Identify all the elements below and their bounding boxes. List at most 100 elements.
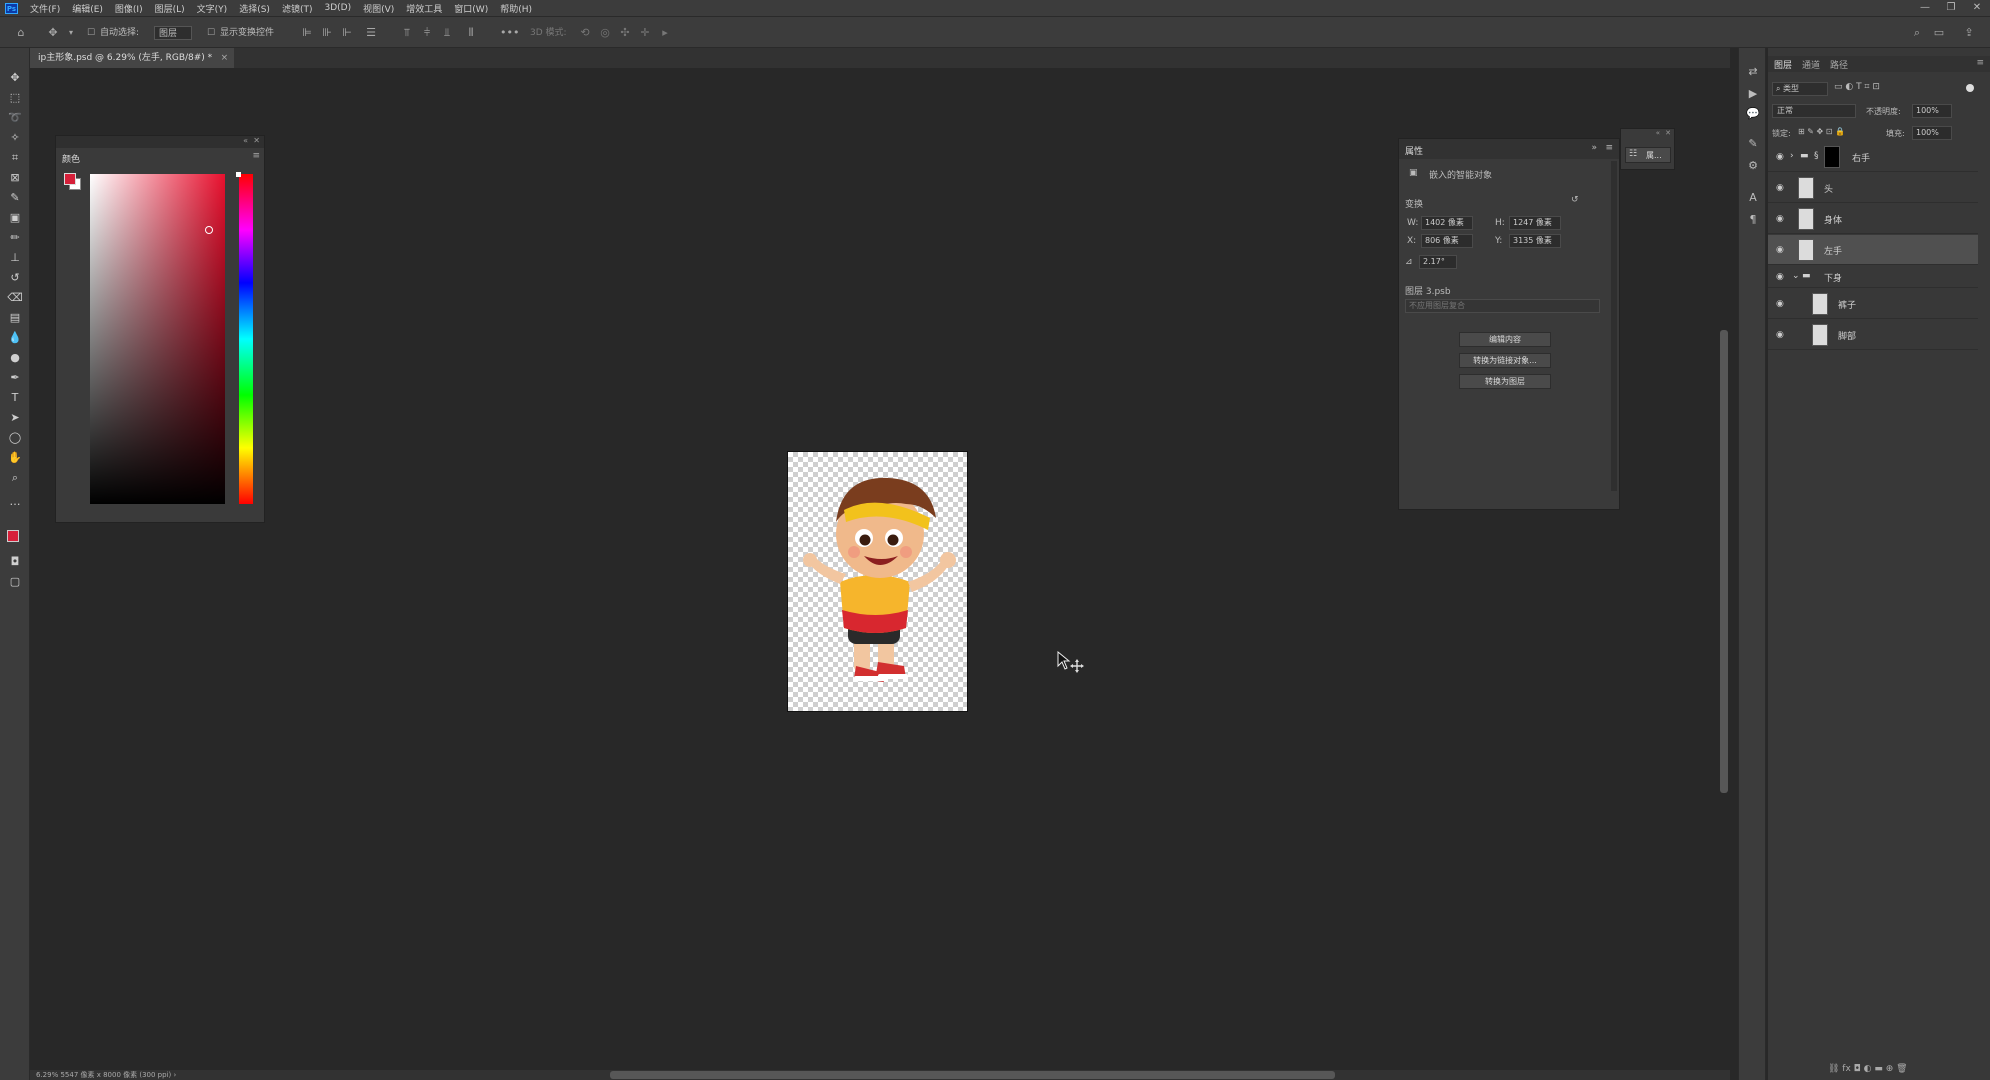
move-tool-icon[interactable]: ✥: [6, 70, 24, 86]
visibility-eye-icon[interactable]: ◉: [1776, 271, 1788, 283]
hand-tool-icon[interactable]: ✋: [6, 450, 24, 466]
menu-3d[interactable]: 3D(D): [318, 3, 357, 13]
menu-window[interactable]: 窗口(W): [448, 2, 494, 15]
tab-paths[interactable]: 路径: [1830, 58, 1848, 71]
angle-field[interactable]: 2.17°: [1419, 255, 1457, 269]
opacity-field[interactable]: 100%: [1912, 104, 1952, 118]
auto-select-checkbox[interactable]: ☐: [84, 26, 98, 40]
properties-tab[interactable]: 属性: [1405, 144, 1423, 157]
show-transform-checkbox[interactable]: ☐: [204, 26, 218, 40]
3d-pan-icon[interactable]: ✣: [618, 26, 632, 40]
layer-filter-dropdown[interactable]: ⌕ 类型: [1772, 82, 1828, 96]
align-top-icon[interactable]: ⫪: [400, 26, 414, 40]
visibility-eye-icon[interactable]: ◉: [1776, 182, 1788, 194]
properties-scrollbar[interactable]: [1611, 161, 1617, 491]
share-icon[interactable]: ⇪: [1962, 26, 1976, 40]
tab-layers[interactable]: 图层: [1774, 58, 1792, 71]
blur-tool-icon[interactable]: 💧: [6, 330, 24, 346]
document-tab[interactable]: ip主形象.psd @ 6.29% (左手, RGB/8#) * ×: [30, 48, 235, 68]
layer-row[interactable]: ◉ 身体: [1768, 204, 1978, 234]
close-tab-icon[interactable]: ×: [221, 48, 229, 68]
layer-row[interactable]: ◉ 裤子: [1768, 289, 1978, 319]
menu-plugins[interactable]: 增效工具: [400, 2, 448, 15]
layer-row[interactable]: ◉ ⌄ ▬ 下身: [1768, 266, 1978, 288]
color-panel-titlebar[interactable]: « ✕: [56, 136, 264, 148]
ellipse-tool-icon[interactable]: ◯: [6, 430, 24, 446]
layers-menu-icon[interactable]: ≡: [1976, 58, 1984, 68]
menu-edit[interactable]: 编辑(E): [66, 2, 109, 15]
search-icon[interactable]: ⌕: [1910, 26, 1924, 40]
visibility-eye-icon[interactable]: ◉: [1776, 329, 1788, 341]
healing-brush-icon[interactable]: ▣: [6, 210, 24, 226]
y-field[interactable]: 3135 像素: [1509, 234, 1561, 248]
menu-view[interactable]: 视图(V): [357, 2, 400, 15]
character-icon[interactable]: A: [1745, 190, 1761, 206]
layer-row-selected[interactable]: ◉ 左手: [1768, 235, 1978, 265]
hue-slider-handle[interactable]: [236, 172, 241, 177]
fill-field[interactable]: 100%: [1912, 126, 1952, 140]
screen-mode-icon[interactable]: ▢: [6, 574, 24, 590]
zoom-tool-icon[interactable]: ⌕: [6, 470, 24, 486]
gradient-tool-icon[interactable]: ▤: [6, 310, 24, 326]
stamp-tool-icon[interactable]: ⊥: [6, 250, 24, 266]
menu-filter[interactable]: 滤镜(T): [276, 2, 319, 15]
height-field[interactable]: 1247 像素: [1509, 216, 1561, 230]
quick-mask-icon[interactable]: ◘: [6, 554, 24, 570]
adjustments-icon[interactable]: ⚙: [1745, 158, 1761, 174]
collapse-dock-icon[interactable]: «: [1656, 129, 1660, 137]
brush-tool-icon[interactable]: ✏: [6, 230, 24, 246]
foreground-color-swatch[interactable]: [7, 530, 19, 542]
pen-tool-icon[interactable]: ✒: [6, 370, 24, 386]
layer-row[interactable]: ◉ 头: [1768, 173, 1978, 203]
history-brush-icon[interactable]: ↺: [6, 270, 24, 286]
3d-roll-icon[interactable]: ◎: [598, 26, 612, 40]
vertical-scrollbar[interactable]: [1720, 330, 1728, 793]
align-left-icon[interactable]: ⊫: [300, 26, 314, 40]
3d-camera-icon[interactable]: ▸: [658, 26, 672, 40]
close-window-button[interactable]: ✕: [1964, 0, 1990, 16]
layers-footer-icons[interactable]: ⛓ fx ◘ ◐ ▬ ⊕ 🗑: [1828, 1064, 1978, 1076]
frame-tool-icon[interactable]: ⊠: [6, 170, 24, 186]
convert-to-linked-button[interactable]: 转换为链接对象...: [1459, 353, 1551, 368]
workspace-icon[interactable]: ▭: [1932, 26, 1946, 40]
history-icon[interactable]: ⇄: [1745, 64, 1761, 80]
menu-file[interactable]: 文件(F): [24, 2, 66, 15]
layer-filter-icons[interactable]: ▭ ◐ T ⌗ ⊡: [1834, 82, 1954, 96]
group-collapse-icon[interactable]: ⌄: [1792, 271, 1800, 281]
visibility-eye-icon[interactable]: ◉: [1776, 213, 1788, 225]
group-expand-icon[interactable]: ›: [1790, 151, 1794, 161]
layer-mask-thumbnail[interactable]: [1824, 146, 1840, 168]
convert-to-layers-button[interactable]: 转换为图层: [1459, 374, 1551, 389]
eyedropper-icon[interactable]: ✎: [6, 190, 24, 206]
menu-type[interactable]: 文字(Y): [191, 2, 234, 15]
document-canvas[interactable]: [787, 451, 968, 712]
visibility-eye-icon[interactable]: ◉: [1776, 151, 1788, 163]
align-middle-icon[interactable]: ⫩: [420, 26, 434, 40]
reset-transform-icon[interactable]: ↺: [1571, 195, 1579, 205]
filter-toggle-icon[interactable]: [1966, 84, 1974, 92]
hue-slider[interactable]: [236, 172, 253, 504]
auto-select-dropdown[interactable]: 图层: [154, 26, 193, 40]
close-dock-icon[interactable]: ✕: [1665, 129, 1671, 137]
expand-panel-icon[interactable]: »: [1591, 143, 1597, 153]
x-field[interactable]: 806 像素: [1421, 234, 1473, 248]
magic-wand-icon[interactable]: ✧: [6, 130, 24, 146]
edit-contents-button[interactable]: 编辑内容: [1459, 332, 1551, 347]
minimize-button[interactable]: —: [1912, 0, 1938, 16]
distribute-horizontal-icon[interactable]: ⦀: [464, 26, 478, 40]
type-tool-icon[interactable]: T: [6, 390, 24, 406]
more-options-icon[interactable]: •••: [500, 26, 519, 40]
collapse-panel-icon[interactable]: «: [243, 136, 248, 145]
layer-row[interactable]: ◉ › ▬ § 右手: [1768, 142, 1978, 172]
edit-toolbar-icon[interactable]: …: [6, 494, 24, 510]
tab-channels[interactable]: 通道: [1802, 58, 1820, 71]
move-tool-icon[interactable]: ✥: [46, 26, 60, 40]
tool-preset-chevron-icon[interactable]: ▾: [64, 26, 78, 40]
brush-settings-icon[interactable]: ✎: [1745, 136, 1761, 152]
paragraph-icon[interactable]: ¶: [1745, 212, 1761, 228]
layer-comp-dropdown[interactable]: 不应用图层复合: [1405, 299, 1600, 313]
align-bottom-icon[interactable]: ⫫: [440, 26, 454, 40]
color-panel-tab[interactable]: 颜色: [62, 152, 80, 165]
dodge-tool-icon[interactable]: ●: [6, 350, 24, 366]
layer-row[interactable]: ◉ 脚部: [1768, 320, 1978, 350]
